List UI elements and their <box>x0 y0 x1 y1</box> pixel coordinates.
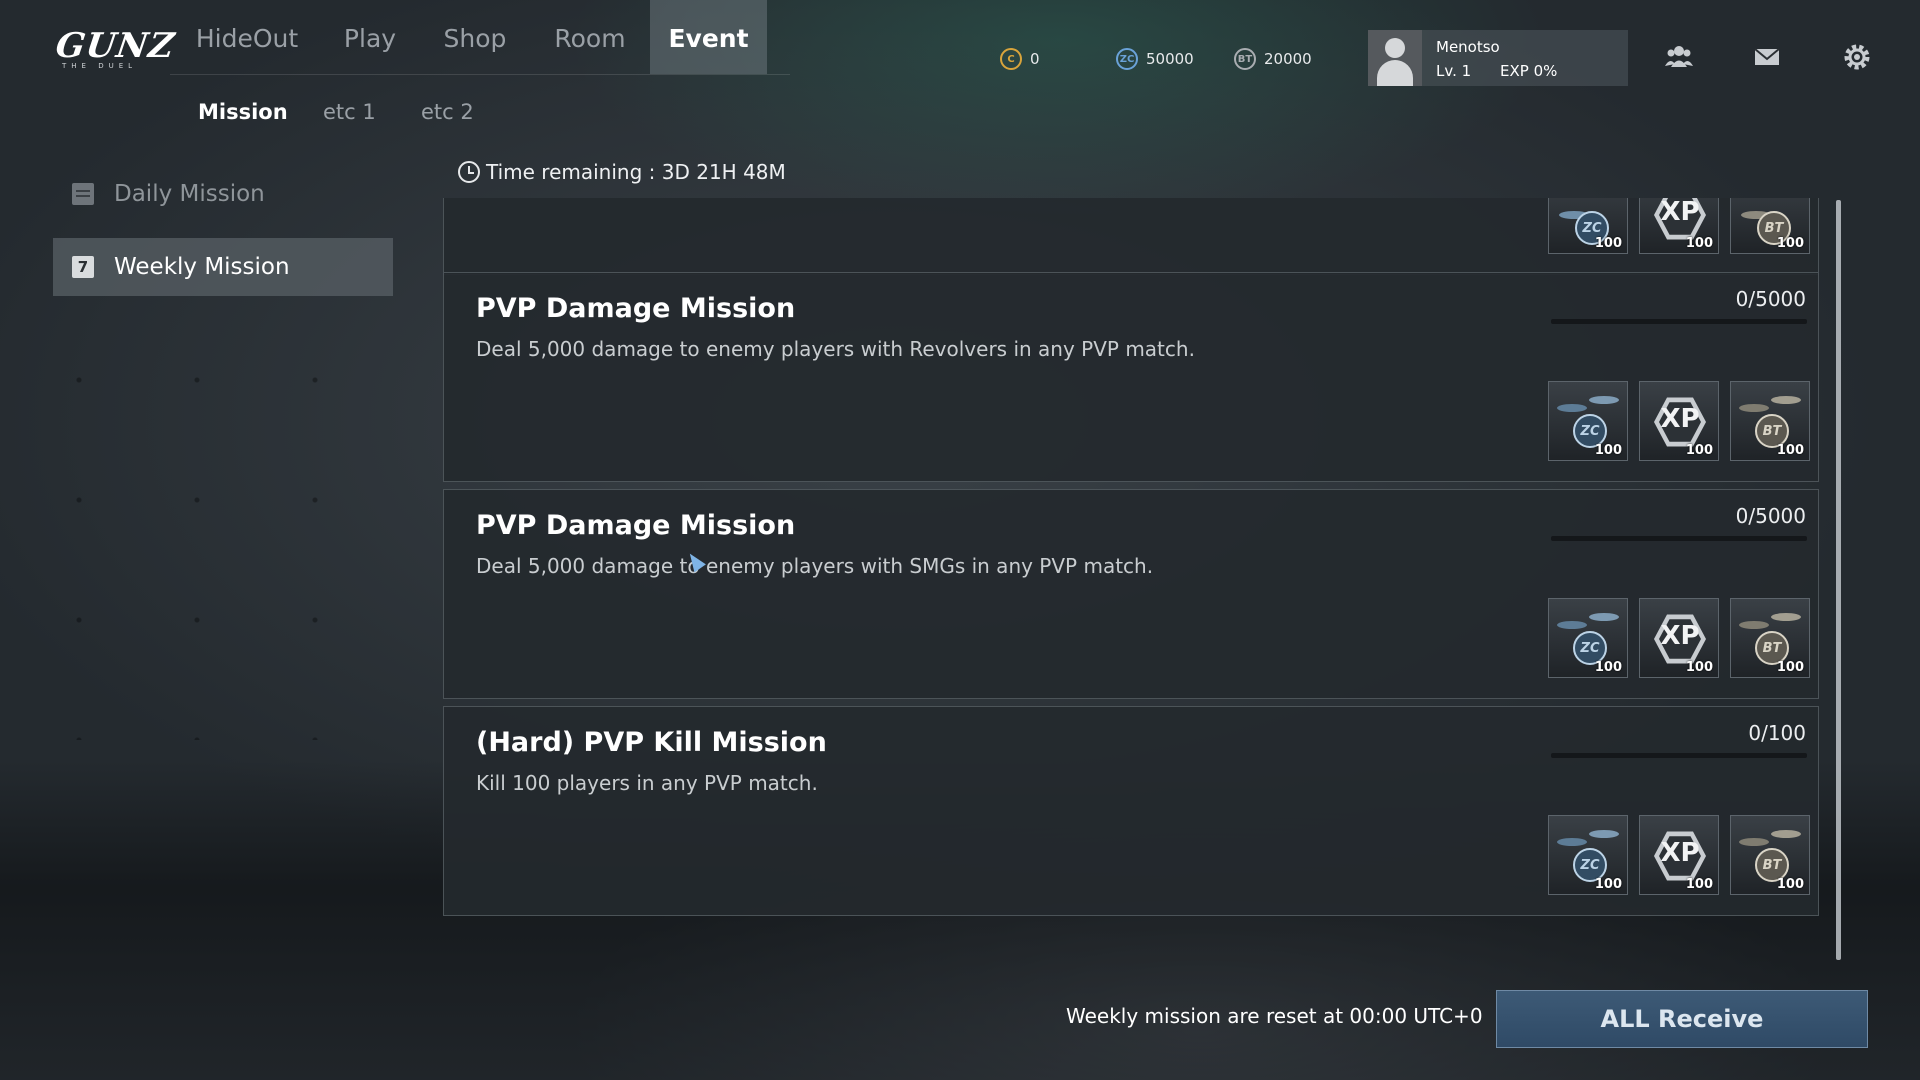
mission-title: PVP Damage Mission <box>476 510 796 541</box>
nav-tab-shop[interactable]: Shop <box>424 0 526 74</box>
reward-qty: 100 <box>1594 236 1622 251</box>
reward-qty: 100 <box>1685 443 1713 458</box>
time-remaining-text: Time remaining : 3D 21H 48M <box>486 160 786 184</box>
reward-list: ZC 100 XP 100 BT 100 <box>1548 381 1810 461</box>
reward-bt[interactable]: BT 100 <box>1730 198 1810 254</box>
mission-description: Deal 5,000 damage to enemy players with … <box>476 554 1154 578</box>
reward-list: ZC 100 XP 100 BT 100 <box>1548 198 1810 254</box>
reward-xp[interactable]: XP 100 <box>1639 381 1719 461</box>
mission-progress-text: 0/5000 <box>1735 504 1806 528</box>
logo-text: GUNZ <box>53 26 178 66</box>
mission-list[interactable]: ZC 100 XP 100 BT 100 PVP Damage Mission … <box>443 198 1819 922</box>
nav-tab-event[interactable]: Event <box>650 0 767 74</box>
reward-bt[interactable]: BT 100 <box>1730 815 1810 895</box>
xp-label: XP <box>1660 404 1700 434</box>
mission-progress-bar <box>1551 753 1807 758</box>
subtab-etc2[interactable]: etc 2 <box>421 100 474 124</box>
weekly-reset-note: Weekly mission are reset at 00:00 UTC+0 <box>1066 1004 1483 1028</box>
xp-label: XP <box>1660 838 1700 868</box>
reward-list: ZC 100 XP 100 BT 100 <box>1548 815 1810 895</box>
mission-progress-text: 0/100 <box>1748 721 1806 745</box>
reward-qty: 100 <box>1685 660 1713 675</box>
currency-c: C 0 <box>1000 48 1040 70</box>
weekly-calendar-icon: 7 <box>72 256 94 278</box>
reward-qty: 100 <box>1594 877 1622 892</box>
mission-card: PVP Damage Mission Deal 5,000 damage to … <box>443 272 1819 482</box>
bt-coin-icon: BT <box>1234 48 1256 70</box>
mail-icon[interactable] <box>1752 42 1782 72</box>
clock-icon <box>458 161 480 183</box>
reward-zc[interactable]: ZC 100 <box>1548 198 1628 254</box>
currency-zc-value: 50000 <box>1146 50 1194 68</box>
reward-qty: 100 <box>1776 443 1804 458</box>
reward-qty: 100 <box>1594 443 1622 458</box>
mission-progress-bar <box>1551 536 1807 541</box>
reward-qty: 100 <box>1685 236 1713 251</box>
currency-bt: BT 20000 <box>1234 48 1312 70</box>
profile-exp: EXP 0% <box>1500 62 1558 80</box>
reward-qty: 100 <box>1776 660 1804 675</box>
reward-bt[interactable]: BT 100 <box>1730 598 1810 678</box>
profile-card[interactable]: Menotso Lv. 1 EXP 0% <box>1368 30 1628 86</box>
reward-zc[interactable]: ZC 100 <box>1548 815 1628 895</box>
settings-icon[interactable] <box>1842 42 1872 72</box>
currency-zc: ZC 50000 <box>1116 48 1194 70</box>
reward-zc[interactable]: ZC 100 <box>1548 381 1628 461</box>
currency-bt-value: 20000 <box>1264 50 1312 68</box>
all-receive-button[interactable]: ALL Receive <box>1496 990 1868 1048</box>
reward-list: ZC 100 XP 100 BT 100 <box>1548 598 1810 678</box>
nav-tab-room[interactable]: Room <box>534 0 646 74</box>
reward-bt[interactable]: BT 100 <box>1730 381 1810 461</box>
zc-coin-icon: ZC <box>1116 48 1138 70</box>
background-wall <box>0 280 400 740</box>
nav-underline <box>170 74 790 75</box>
sidebar-item-label: Weekly Mission <box>114 254 290 280</box>
sidebar-item-weekly-mission[interactable]: 7 Weekly Mission <box>53 238 393 296</box>
xp-label: XP <box>1660 621 1700 651</box>
sidebar-item-daily-mission[interactable]: Daily Mission <box>53 165 393 223</box>
mission-description: Kill 100 players in any PVP match. <box>476 771 818 795</box>
reward-xp[interactable]: XP 100 <box>1639 815 1719 895</box>
time-remaining: Time remaining : 3D 21H 48M <box>458 160 786 184</box>
mission-list-scrollbar[interactable] <box>1836 200 1841 960</box>
mission-card: PVP Damage Mission Deal 5,000 damage to … <box>443 489 1819 699</box>
avatar <box>1368 30 1422 86</box>
currency-c-value: 0 <box>1030 50 1040 68</box>
reward-qty: 100 <box>1776 877 1804 892</box>
profile-name: Menotso <box>1436 38 1500 56</box>
mission-title: (Hard) PVP Kill Mission <box>476 727 827 758</box>
mission-card: (Hard) PVP Kill Mission Kill 100 players… <box>443 706 1819 916</box>
coin-c-icon: C <box>1000 48 1022 70</box>
xp-label: XP <box>1660 198 1700 227</box>
nav-tab-hideout[interactable]: HideOut <box>178 0 316 74</box>
reward-xp[interactable]: XP 100 <box>1639 598 1719 678</box>
friends-icon[interactable] <box>1664 42 1694 72</box>
nav-tab-play[interactable]: Play <box>322 0 418 74</box>
reward-xp[interactable]: XP 100 <box>1639 198 1719 254</box>
reward-qty: 100 <box>1685 877 1713 892</box>
reward-zc[interactable]: ZC 100 <box>1548 598 1628 678</box>
daily-calendar-icon <box>72 183 94 205</box>
mission-description: Deal 5,000 damage to enemy players with … <box>476 337 1195 361</box>
subtab-etc1[interactable]: etc 1 <box>323 100 376 124</box>
mission-card-partial: ZC 100 XP 100 BT 100 <box>443 198 1819 275</box>
subtab-mission[interactable]: Mission <box>198 100 288 124</box>
reward-qty: 100 <box>1594 660 1622 675</box>
gunz-logo[interactable]: GUNZ THE DUEL <box>53 26 178 76</box>
mission-progress-bar <box>1551 319 1807 324</box>
top-bar: GUNZ THE DUEL HideOut Play Shop Room Eve… <box>0 0 1920 86</box>
sidebar-item-label: Daily Mission <box>114 181 265 207</box>
profile-level: Lv. 1 <box>1436 62 1472 80</box>
mission-progress-text: 0/5000 <box>1735 287 1806 311</box>
reward-qty: 100 <box>1776 236 1804 251</box>
mission-title: PVP Damage Mission <box>476 293 796 324</box>
